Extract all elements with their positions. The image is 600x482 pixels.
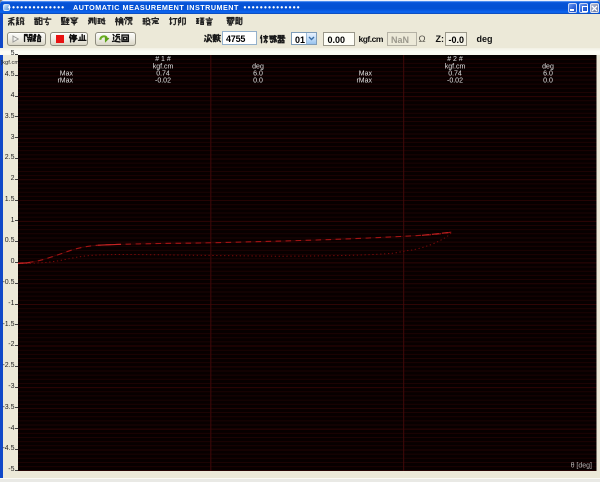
svg-text:0.74: 0.74 (156, 70, 170, 77)
svg-text:deg: deg (252, 63, 264, 70)
svg-text:0.74: 0.74 (448, 70, 462, 77)
svg-text:# 1 #: # 1 # (155, 56, 171, 63)
svg-text:rMax: rMax (356, 77, 372, 84)
svg-text:# 2 #: # 2 # (447, 56, 463, 63)
svg-text:θ [deg]: θ [deg] (571, 462, 592, 469)
svg-text:kgf.cm: kgf.cm (445, 63, 466, 70)
svg-text:-0.02: -0.02 (447, 77, 463, 84)
svg-text:-0.02: -0.02 (155, 77, 171, 84)
svg-text:6.0: 6.0 (543, 70, 553, 77)
svg-text:0.0: 0.0 (543, 77, 553, 84)
svg-text:deg: deg (542, 63, 554, 70)
svg-text:kgf.cm: kgf.cm (153, 63, 174, 70)
svg-text:rMax: rMax (57, 77, 73, 84)
svg-text:0.0: 0.0 (253, 77, 263, 84)
svg-text:Max: Max (359, 70, 373, 77)
svg-text:Max: Max (60, 70, 74, 77)
svg-text:6.0: 6.0 (253, 70, 263, 77)
